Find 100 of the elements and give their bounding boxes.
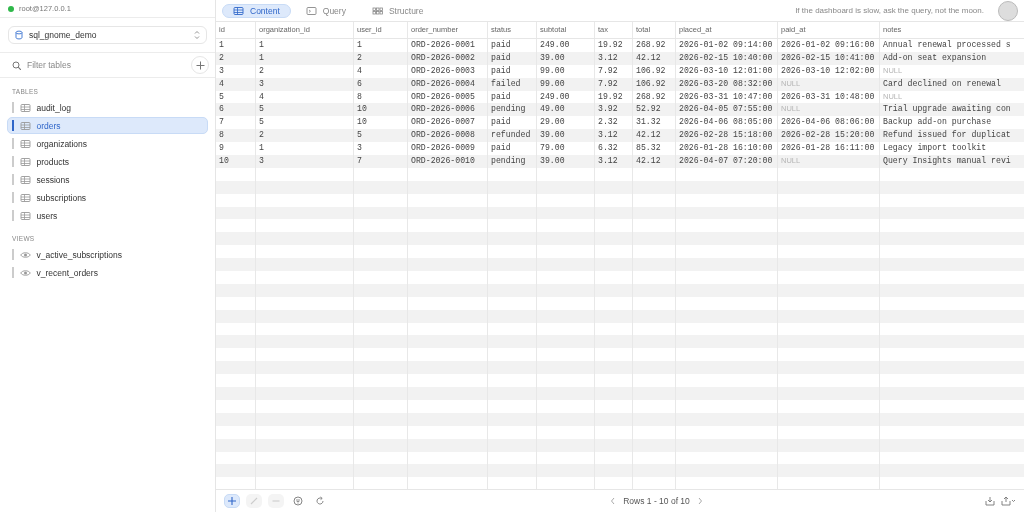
- view-item[interactable]: v_recent_orders: [7, 264, 208, 281]
- download-icon[interactable]: [985, 496, 995, 506]
- table-cell: 106.92: [633, 64, 676, 78]
- table-cell-text: Refund issued for duplicat: [882, 129, 1012, 142]
- table-cell: 1: [256, 39, 354, 52]
- table-cell: 2026-02-15 10:41:00: [778, 51, 880, 65]
- table-item[interactable]: orders: [7, 117, 208, 134]
- tab[interactable]: Structure: [360, 3, 435, 18]
- table-item[interactable]: subscriptions: [7, 189, 208, 206]
- table-cell-text: Card declined on renewal: [882, 77, 1002, 90]
- table-cell: 42.12: [633, 51, 676, 65]
- table-icon: [19, 102, 31, 113]
- table-cell: paid: [488, 39, 537, 52]
- table-cell: 42.12: [633, 155, 676, 168]
- filter-button[interactable]: [290, 494, 306, 508]
- table-cell: 19.92: [595, 39, 633, 52]
- chevron-up-down-icon: [194, 30, 200, 40]
- table-cell-text: Annual renewal processed s: [882, 39, 1012, 51]
- table-icon: [19, 156, 31, 167]
- table-cell: 39.00: [537, 51, 595, 65]
- table-cell-text: Backup add-on purchase: [882, 116, 993, 129]
- table-cell: 52.92: [633, 103, 676, 117]
- table-cell: failed: [488, 77, 537, 91]
- table-cell: 3.92: [595, 103, 633, 117]
- table-cell: 106.92: [633, 77, 676, 91]
- table-cell: ORD-2026-0004: [408, 77, 488, 91]
- table-cell: ORD-2026-0003: [408, 64, 488, 78]
- previous-page-button[interactable]: [610, 497, 616, 505]
- tab[interactable]: Query: [294, 3, 357, 18]
- table-cell: ORD-2026-0006: [408, 103, 488, 117]
- chevron-right-icon: [697, 497, 703, 505]
- database-icon: [15, 30, 23, 40]
- table-cell: 7: [354, 155, 408, 168]
- search-icon: [12, 60, 21, 70]
- table-cell: 99.00: [537, 77, 595, 91]
- table-cell: ORD-2026-0002: [408, 51, 488, 65]
- table-cell: 4: [216, 77, 256, 91]
- table-cell: 6: [216, 103, 256, 117]
- table-cell: 2026-02-28 15:18:00: [676, 129, 778, 143]
- table-cell: paid: [488, 51, 537, 65]
- table-cell: 6: [354, 77, 408, 91]
- table-cell: 99.00: [537, 64, 595, 78]
- table-cell: 3: [256, 77, 354, 91]
- table-cell-text: Query Insights manual revi: [882, 155, 1012, 167]
- terminal-icon: [305, 5, 317, 16]
- table-cell: 2026-04-07 07:20:00: [676, 155, 778, 168]
- table-cell: 1: [354, 39, 408, 52]
- table-item[interactable]: audit_log: [7, 99, 208, 116]
- table-item[interactable]: organizations: [7, 135, 208, 152]
- filter-tables-field[interactable]: Filter tables: [27, 60, 185, 70]
- database-selector[interactable]: sql_gnome_demo: [8, 26, 207, 44]
- refresh-icon: [315, 496, 325, 506]
- table-cell: refunded: [488, 129, 537, 143]
- view-item[interactable]: v_active_subscriptions: [7, 246, 208, 263]
- table-cell: 7.92: [595, 64, 633, 78]
- table-cell-text: Legacy import toolkit: [882, 142, 988, 155]
- avatar[interactable]: [998, 0, 1018, 21]
- tagline: If the dashboard is slow, ask the query, not the moon.: [795, 6, 984, 15]
- table-cell: 2026-03-20 08:32:00: [676, 77, 778, 91]
- pagination-label: Rows 1 - 10 of 10: [623, 496, 690, 506]
- table-cell: 4: [354, 64, 408, 78]
- table-cell: paid: [488, 64, 537, 78]
- tab[interactable]: Content: [222, 3, 291, 18]
- plus-icon: [195, 60, 205, 70]
- table-cell: 8: [216, 129, 256, 143]
- table-icon: [19, 174, 31, 185]
- table-cell-text: Trial upgrade awaiting con: [882, 103, 1012, 116]
- table-cell: pending: [488, 103, 537, 117]
- table-cell: 2026-01-02 09:16:00: [778, 39, 880, 52]
- table-cell: 39.00: [537, 155, 595, 168]
- eye-icon: [19, 249, 31, 260]
- table-cell: ORD-2026-0001: [408, 39, 488, 52]
- table-cell: 249.00: [537, 39, 595, 52]
- table-cell: 7.92: [595, 77, 633, 91]
- share-icon[interactable]: [1001, 496, 1016, 506]
- plus-icon: [227, 496, 237, 506]
- add-button[interactable]: [224, 494, 240, 508]
- table-cell: 2026-03-10 12:01:00: [676, 64, 778, 78]
- table-cell: 2026-03-10 12:02:00: [778, 64, 880, 78]
- table-cell: 2026-02-15 10:40:00: [676, 51, 778, 65]
- pencil-icon: [249, 496, 259, 506]
- table-cell: 49.00: [537, 103, 595, 117]
- table-item[interactable]: products: [7, 153, 208, 170]
- table-cell: 5: [354, 129, 408, 143]
- table-cell: 2: [216, 51, 256, 65]
- table-icon: [19, 120, 31, 131]
- table-cell: 39.00: [537, 129, 595, 143]
- table-cell: ORD-2026-0010: [408, 155, 488, 168]
- table-cell: 2: [354, 51, 408, 65]
- table-cell: 268.92: [633, 39, 676, 52]
- table-cell: 1: [256, 51, 354, 65]
- table-item[interactable]: users: [7, 207, 208, 224]
- table-cell: 3.12: [595, 129, 633, 143]
- table-cell: 10: [216, 155, 256, 168]
- add-table-button[interactable]: [191, 56, 209, 74]
- next-page-button[interactable]: [697, 497, 703, 505]
- table-icon: [233, 5, 244, 16]
- grid-icon: [371, 5, 383, 16]
- table-cell: 2026-01-02 09:14:00: [676, 39, 778, 52]
- table-item[interactable]: sessions: [7, 171, 208, 188]
